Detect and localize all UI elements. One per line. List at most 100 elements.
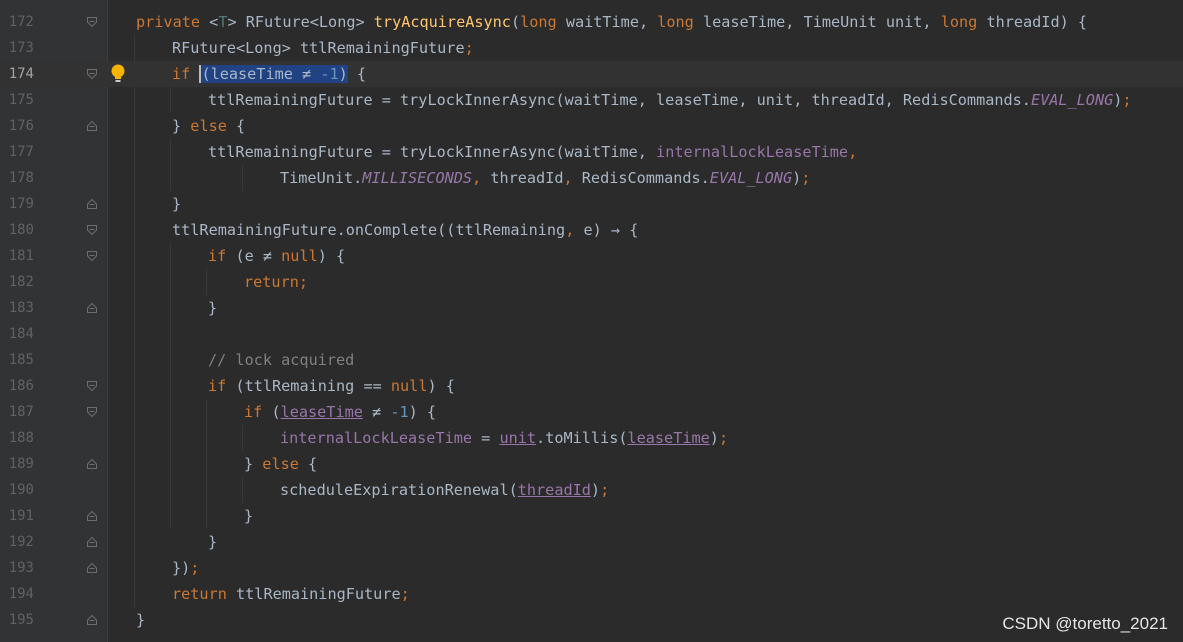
code-text[interactable]: if (ttlRemaining == null) { <box>208 373 455 399</box>
code-editor[interactable]: 172 private <T> RFuture<Long> tryAcquireA… <box>0 0 1183 642</box>
code-line[interactable]: 194 return ttlRemainingFuture; <box>0 581 1183 607</box>
code-token: ) { <box>427 377 455 395</box>
code-text[interactable]: // lock acquired <box>208 347 354 373</box>
fold-open-icon[interactable] <box>86 68 98 80</box>
code-token: leaseTime, TimeUnit unit, <box>702 13 941 31</box>
fold-close-icon[interactable] <box>86 510 98 522</box>
fold-close-icon[interactable] <box>86 614 98 626</box>
code-token: threadId) { <box>986 13 1088 31</box>
line-number: 187 <box>8 404 34 420</box>
fold-close-icon[interactable] <box>86 198 98 210</box>
code-line[interactable]: 172 private <T> RFuture<Long> tryAcquireA… <box>0 9 1183 35</box>
code-line[interactable]: 179} <box>0 191 1183 217</box>
code-text[interactable]: internalLockLeaseTime = unit.toMillis(le… <box>280 425 728 451</box>
code-line[interactable]: 173 RFuture<Long> ttlRemainingFuture; <box>0 35 1183 61</box>
code-token: else <box>190 117 237 135</box>
fold-open-icon[interactable] <box>86 224 98 236</box>
code-line[interactable]: 180 ttlRemainingFuture.onComplete((ttlRem… <box>0 217 1183 243</box>
fold-close-icon[interactable] <box>86 458 98 470</box>
code-line[interactable]: 174 if (leaseTime ≠ -1) { <box>0 61 1183 87</box>
code-token: long <box>940 13 987 31</box>
line-number: 178 <box>8 170 34 186</box>
code-token: = <box>472 429 500 447</box>
fold-close-icon[interactable] <box>86 562 98 574</box>
code-line[interactable]: 178 TimeUnit.MILLISECONDS, threadId, Redi… <box>0 165 1183 191</box>
code-text[interactable]: } <box>208 295 217 321</box>
code-token: ) { <box>408 403 437 421</box>
code-text[interactable]: RFuture<Long> ttlRemainingFuture; <box>172 35 474 61</box>
line-number: 194 <box>8 586 34 602</box>
code-token: ; <box>464 39 474 57</box>
code-token: (leaseTime ≠ <box>199 65 321 83</box>
code-line[interactable]: 188 internalLockLeaseTime = unit.toMillis… <box>0 425 1183 451</box>
code-line[interactable]: 192} <box>0 529 1183 555</box>
code-line[interactable]: 185 // lock acquired <box>0 347 1183 373</box>
code-text[interactable]: ttlRemainingFuture = tryLockInnerAsync(w… <box>208 139 857 165</box>
lightbulb-icon[interactable] <box>110 63 126 85</box>
code-line[interactable]: 193}); <box>0 555 1183 581</box>
line-number: 185 <box>8 352 34 368</box>
fold-close-icon[interactable] <box>86 536 98 548</box>
code-token: RedisCommands. <box>581 169 710 187</box>
code-token: , <box>565 221 584 239</box>
code-token: ttlRemainingFuture.onComplete((ttlRemain… <box>172 221 566 239</box>
code-text[interactable]: if (e ≠ null) { <box>208 243 345 269</box>
code-token: ) { <box>317 247 346 265</box>
fold-open-icon[interactable] <box>86 380 98 392</box>
code-text[interactable]: } <box>172 191 181 217</box>
code-text[interactable]: }); <box>172 555 199 581</box>
code-text[interactable]: return ttlRemainingFuture; <box>172 581 410 607</box>
fold-close-icon[interactable] <box>86 120 98 132</box>
code-line[interactable]: 182 return; <box>0 269 1183 295</box>
code-token: if <box>244 403 272 421</box>
fold-open-icon[interactable] <box>86 250 98 262</box>
fold-open-icon[interactable] <box>86 406 98 418</box>
fold-close-icon[interactable] <box>86 302 98 314</box>
code-token: } <box>208 533 218 551</box>
code-text[interactable]: if (leaseTime ≠ -1) { <box>244 399 436 425</box>
code-line[interactable]: 181 if (e ≠ null) { <box>0 243 1183 269</box>
code-text[interactable]: scheduleExpirationRenewal(threadId); <box>280 477 609 503</box>
code-text[interactable]: } else { <box>172 113 245 139</box>
code-line[interactable]: 191} <box>0 503 1183 529</box>
code-text[interactable]: } else { <box>244 451 317 477</box>
code-token: ; <box>600 481 610 499</box>
line-number: 181 <box>8 248 34 264</box>
code-text[interactable]: } <box>244 503 253 529</box>
code-token: (ttlRemaining == <box>235 377 391 395</box>
code-token: ) <box>338 65 348 83</box>
code-line[interactable]: 183} <box>0 295 1183 321</box>
code-token: e) → { <box>583 221 639 239</box>
code-text[interactable]: private <T> RFuture<Long> tryAcquireAsyn… <box>136 9 1087 35</box>
code-line[interactable]: 187 if (leaseTime ≠ -1) { <box>0 399 1183 425</box>
code-token: if <box>172 65 200 83</box>
code-line[interactable]: 189} else { <box>0 451 1183 477</box>
code-token: > RFuture<Long> <box>227 13 374 31</box>
code-line[interactable]: 184 <box>0 321 1183 347</box>
line-number: 192 <box>8 534 34 550</box>
line-number: 182 <box>8 274 34 290</box>
code-line[interactable]: 190 scheduleExpirationRenewal(threadId); <box>0 477 1183 503</box>
code-text[interactable]: ttlRemainingFuture = tryLockInnerAsync(w… <box>208 87 1132 113</box>
code-text[interactable]: if (leaseTime ≠ -1) { <box>172 61 366 87</box>
code-token: ) <box>709 429 719 447</box>
code-text[interactable]: return; <box>244 269 308 295</box>
line-number: 180 <box>8 222 34 238</box>
fold-open-icon[interactable] <box>86 16 98 28</box>
code-token: ( <box>510 13 521 31</box>
code-token: tryAcquireAsync <box>373 13 511 31</box>
code-line[interactable]: 176} else { <box>0 113 1183 139</box>
code-token: EVAL_LONG <box>709 169 793 187</box>
code-token: ) <box>590 481 601 499</box>
code-token: } <box>136 611 146 629</box>
code-token: } <box>172 195 182 213</box>
code-line[interactable]: 186 if (ttlRemaining == null) { <box>0 373 1183 399</box>
code-text[interactable]: ttlRemainingFuture.onComplete((ttlRemain… <box>172 217 638 243</box>
line-number: 188 <box>8 430 34 446</box>
code-token: } <box>244 455 263 473</box>
code-text[interactable]: TimeUnit.MILLISECONDS, threadId, RedisCo… <box>280 165 810 191</box>
code-text[interactable]: } <box>136 607 145 633</box>
code-line[interactable]: 175 ttlRemainingFuture = tryLockInnerAsyn… <box>0 87 1183 113</box>
code-line[interactable]: 177 ttlRemainingFuture = tryLockInnerAsyn… <box>0 139 1183 165</box>
code-text[interactable]: } <box>208 529 217 555</box>
